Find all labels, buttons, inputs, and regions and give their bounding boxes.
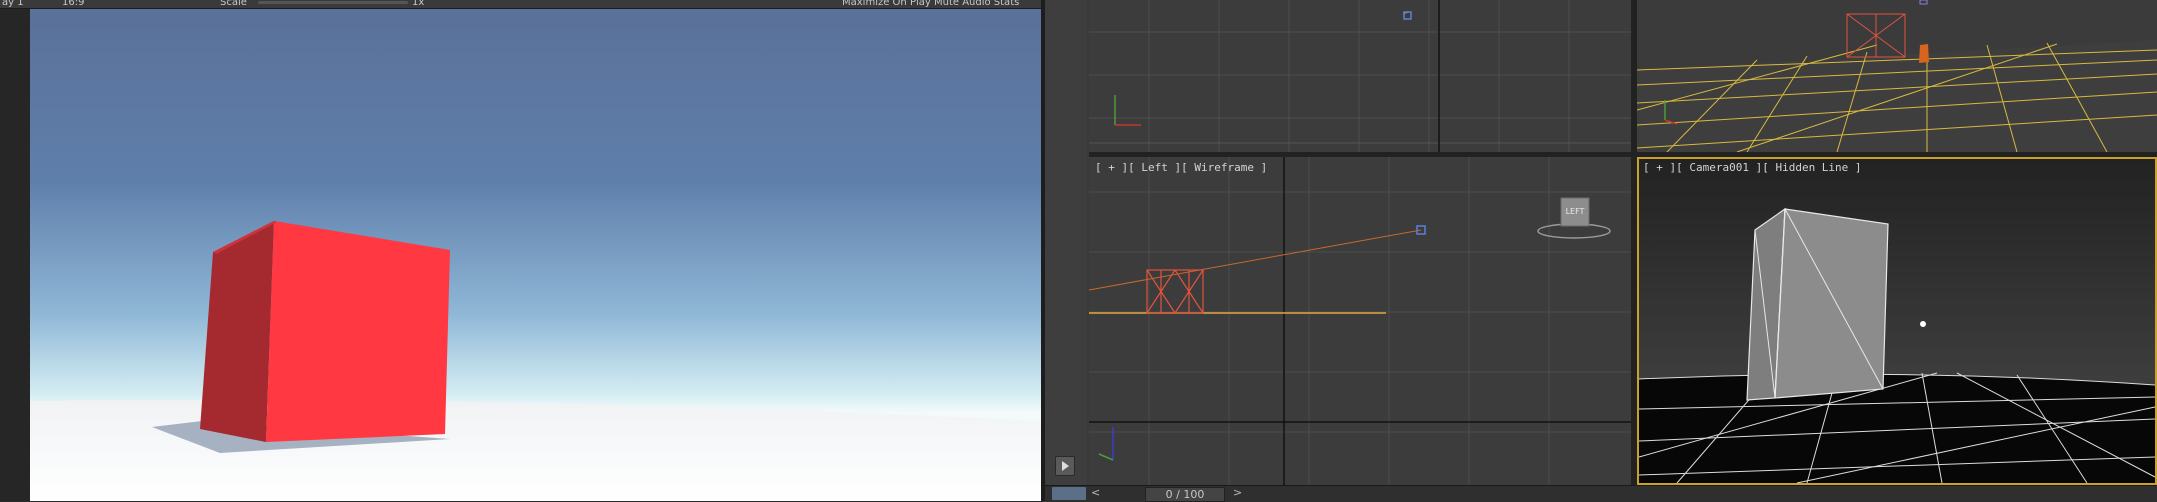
camera-scene bbox=[1638, 159, 2156, 484]
game-view-toolbar: ay 1 16:9 Scale 1x Maximize On Play Mute… bbox=[0, 0, 1045, 9]
camera-cube-front bbox=[1774, 208, 1889, 399]
play-button[interactable] bbox=[1055, 456, 1075, 476]
viewport-camera[interactable]: [ + ][ Camera001 ][ Hidden Line ] bbox=[1637, 157, 2157, 485]
timeline-key-button[interactable] bbox=[1052, 487, 1086, 500]
game-render-view[interactable] bbox=[30, 9, 1041, 501]
ground-plane bbox=[30, 399, 1041, 501]
perspective-box-wire bbox=[1846, 13, 1906, 58]
top-viewport-grid bbox=[1089, 0, 1631, 152]
scale-slider[interactable] bbox=[258, 1, 408, 4]
viewport-splitter-vertical[interactable] bbox=[1631, 0, 1637, 485]
camera-ground bbox=[1639, 374, 2155, 483]
scale-label: Scale bbox=[220, 0, 247, 8]
perspective-camera-marker bbox=[1919, 44, 1929, 63]
cube-front-face bbox=[266, 221, 450, 442]
game-view-options[interactable]: Maximize On Play Mute Audio Stats bbox=[842, 0, 1019, 8]
viewport-left[interactable]: [ + ][ Left ][ Wireframe ] LEFT bbox=[1089, 157, 1631, 485]
viewport-camera-label[interactable]: [ + ][ Camera001 ][ Hidden Line ] bbox=[1643, 161, 1862, 174]
scale-value: 1x bbox=[412, 0, 425, 8]
viewport-left-label[interactable]: [ + ][ Left ][ Wireframe ] bbox=[1095, 161, 1267, 174]
timeline-next-button[interactable]: > bbox=[1233, 486, 1242, 499]
timeline-prev-button[interactable]: < bbox=[1091, 486, 1100, 499]
max-left-strip bbox=[1045, 0, 1087, 501]
viewport-splitter-horizontal[interactable] bbox=[1089, 152, 2157, 157]
camera-direction-line bbox=[1089, 229, 1422, 291]
game-scene bbox=[30, 9, 1041, 501]
axis-tripod bbox=[1114, 95, 1141, 126]
viewport-top[interactable] bbox=[1089, 0, 1631, 152]
left-box-wire bbox=[1146, 269, 1204, 314]
viewcube-label: LEFT bbox=[1565, 207, 1585, 216]
display-dropdown[interactable]: ay 1 bbox=[2, 0, 24, 8]
time-slider[interactable]: 0 / 100 bbox=[1145, 487, 1225, 502]
left-viewport-grid bbox=[1089, 157, 1631, 485]
game-view-gutter bbox=[0, 9, 30, 501]
light-point bbox=[1920, 321, 1926, 327]
aspect-dropdown[interactable]: 16:9 bbox=[62, 0, 84, 8]
play-icon bbox=[1062, 461, 1069, 471]
perspective-scene bbox=[1637, 0, 2157, 152]
viewport-perspective[interactable] bbox=[1637, 0, 2157, 152]
